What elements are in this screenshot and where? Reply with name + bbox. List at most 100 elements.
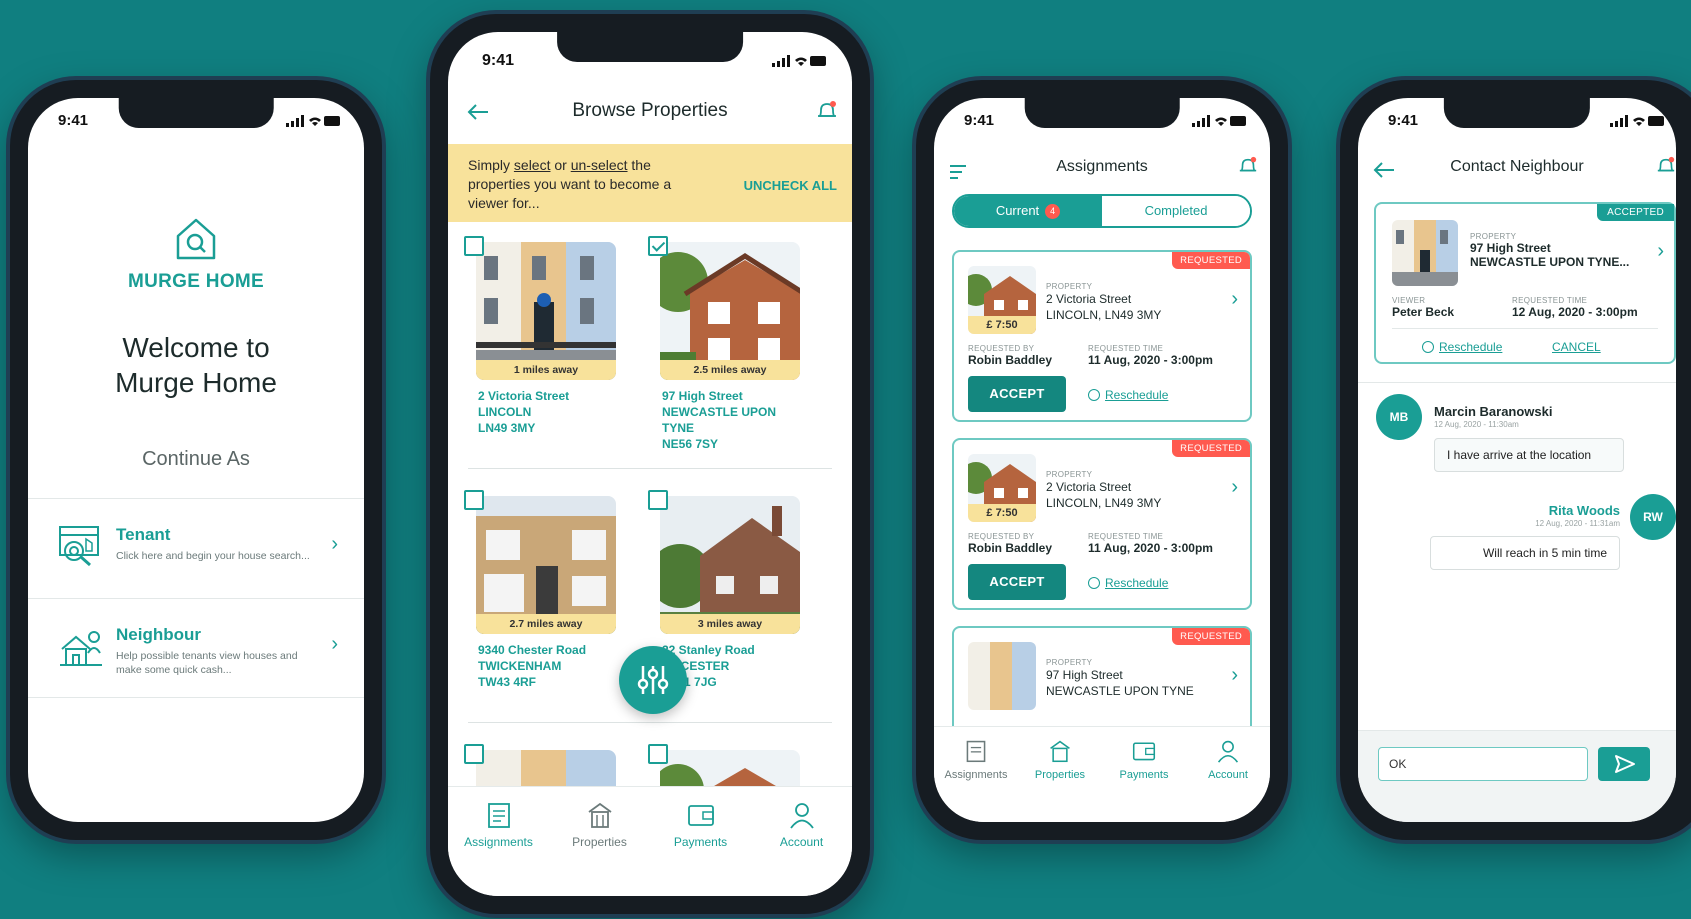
property-checkbox[interactable] <box>464 744 484 764</box>
property-address: 9340 Chester Road TWICKENHAM TW43 4RF <box>478 642 614 690</box>
property-checkbox-checked[interactable] <box>648 236 668 256</box>
role-neighbour[interactable]: Neighbour Help possible tenants view hou… <box>28 598 364 698</box>
clipboard-icon <box>487 803 510 828</box>
nav-properties[interactable]: Properties <box>1020 739 1100 822</box>
uncheck-all-button[interactable]: UNCHECK ALL <box>744 176 837 195</box>
status-time: 9:41 <box>964 112 995 129</box>
assignment-card[interactable]: REQUESTED £ 7:50 PROPERTY 2 Victoria Str… <box>952 250 1252 422</box>
address-line1: 97 High Street <box>662 389 743 403</box>
clipboard-icon <box>966 740 986 763</box>
requested-by-value: Robin Baddley <box>968 541 1053 555</box>
nav-account[interactable]: Account <box>762 801 842 896</box>
selection-banner: Simply select or un-select the propertie… <box>448 144 852 222</box>
property-checkbox[interactable] <box>464 236 484 256</box>
price-label: £ 7:50 <box>968 316 1036 334</box>
page-title: Assignments <box>1056 158 1148 175</box>
property-info: PROPERTY 2 Victoria Street LINCOLN, LN49… <box>1046 282 1161 323</box>
nav-label: Properties <box>1034 769 1086 781</box>
assignment-card[interactable]: REQUESTED £ 7:50 PROPERTY 2 Victoria Str… <box>952 438 1252 610</box>
property-label: PROPERTY <box>1046 658 1093 667</box>
accept-button[interactable]: ACCEPT <box>968 376 1066 412</box>
reschedule-link[interactable]: Reschedule <box>1088 388 1168 402</box>
role-tenant[interactable]: Tenant Click here and begin your house s… <box>28 498 364 598</box>
requested-time-value: 11 Aug, 2020 - 3:00pm <box>1088 353 1213 367</box>
nav-account[interactable]: Account <box>1188 739 1268 822</box>
nav-label: Assignments <box>464 835 533 849</box>
filter-button[interactable] <box>619 646 687 714</box>
requested-time: REQUESTED TIME 11 Aug, 2020 - 3:00pm <box>1088 344 1213 367</box>
property-card[interactable]: 2.7 miles away 9340 Chester Road TWICKENH… <box>464 490 616 690</box>
section-divider <box>1358 382 1676 383</box>
tab-completed[interactable]: Completed <box>1102 196 1250 226</box>
row-divider <box>468 468 832 469</box>
page-title: Browse Properties <box>572 100 728 121</box>
nav-properties[interactable]: Properties <box>560 801 640 896</box>
status-icons <box>772 55 826 67</box>
address-line1: 2 Victoria Street <box>1046 292 1132 306</box>
chevron-right-icon[interactable]: › <box>1231 476 1238 499</box>
nav-label: Account <box>1208 769 1248 781</box>
status-bar: 9:41 <box>28 112 364 132</box>
unselect-link[interactable]: un-select <box>571 157 628 173</box>
bell-icon[interactable] <box>1238 156 1258 176</box>
nav-assignments[interactable]: Assignments <box>936 739 1016 822</box>
assignments-screen: 9:41 Assignments Current 4 Completed REQU… <box>934 98 1270 822</box>
requested-time-label: REQUESTED TIME <box>1512 296 1588 305</box>
property-checkbox[interactable] <box>648 490 668 510</box>
chevron-right-icon: › <box>331 633 338 655</box>
message-time: 12 Aug, 2020 - 11:30am <box>1434 420 1519 429</box>
send-button[interactable] <box>1598 747 1650 781</box>
property-address: 2 Victoria Street LINCOLN LN49 3MY <box>478 388 614 436</box>
chevron-right-icon[interactable]: › <box>1231 288 1238 311</box>
nav-assignments[interactable]: Assignments <box>459 801 539 896</box>
sender-name: Marcin Baranowski <box>1434 404 1553 419</box>
send-icon <box>1615 755 1635 773</box>
reschedule-link[interactable]: Reschedule <box>1422 340 1502 354</box>
nav-label: Payments <box>1119 769 1169 781</box>
chevron-right-icon[interactable]: › <box>1657 240 1664 263</box>
address-line1: 2 Victoria Street <box>1046 480 1132 494</box>
brand-name: MURGE HOME <box>128 271 264 292</box>
page-title: Contact Neighbour <box>1450 158 1584 175</box>
property-photo: £ 7:50 <box>968 454 1036 522</box>
property-info: PROPERTY 97 High Street NEWCASTLE UPON T… <box>1046 658 1194 699</box>
clock-icon <box>1088 389 1100 401</box>
house-search-icon <box>176 218 216 260</box>
status-time: 9:41 <box>58 112 89 129</box>
reschedule-link[interactable]: Reschedule <box>1088 576 1168 590</box>
address-line3: TW43 4RF <box>478 675 537 689</box>
wallet-icon <box>1132 742 1156 761</box>
distance-label: 2.5 miles away <box>660 360 800 380</box>
user-icon <box>789 803 814 829</box>
status-badge: REQUESTED <box>1172 252 1250 269</box>
status-time: 9:41 <box>482 52 515 69</box>
nav-label: Payments <box>673 835 728 849</box>
building-icon <box>1050 740 1070 763</box>
property-checkbox[interactable] <box>464 490 484 510</box>
requested-time: REQUESTED TIME 12 Aug, 2020 - 3:00pm <box>1512 296 1638 319</box>
property-card[interactable]: 1 miles away 2 Victoria Street LINCOLN LN4… <box>464 236 616 436</box>
property-card[interactable]: 2.5 miles away 97 High Street NEWCASTLE U… <box>648 236 800 452</box>
address-line3: LN49 3MY <box>478 421 536 435</box>
tab-current[interactable]: Current 4 <box>954 196 1102 226</box>
address-line2: LINCOLN, LN49 3MY <box>1046 496 1162 510</box>
cancel-link[interactable]: CANCEL <box>1552 340 1601 354</box>
select-link[interactable]: select <box>514 157 551 173</box>
address-line1: 9340 Chester Road <box>478 643 587 657</box>
message-input[interactable] <box>1378 747 1588 781</box>
property-info: PROPERTY 2 Victoria Street LINCOLN, LN49… <box>1046 470 1161 511</box>
nav-payments[interactable]: Payments <box>1104 739 1184 822</box>
nav-payments[interactable]: Payments <box>661 801 741 896</box>
banner-or: or <box>550 157 571 173</box>
property-checkbox[interactable] <box>648 744 668 764</box>
bell-icon[interactable] <box>816 100 838 122</box>
chevron-right-icon[interactable]: › <box>1231 664 1238 687</box>
role-description: Help possible tenants view houses and ma… <box>116 650 298 676</box>
property-label: PROPERTY <box>1470 232 1517 241</box>
address-line3: NE56 7SY <box>662 437 719 451</box>
status-icons <box>286 115 340 127</box>
bell-icon[interactable] <box>1656 156 1676 176</box>
accept-button[interactable]: ACCEPT <box>968 564 1066 600</box>
bottom-nav: Assignments Properties Payments Account <box>934 726 1270 822</box>
accepted-assignment-card[interactable]: ACCEPTED PROPERTY 97 High Street NEWCAST… <box>1374 202 1676 364</box>
